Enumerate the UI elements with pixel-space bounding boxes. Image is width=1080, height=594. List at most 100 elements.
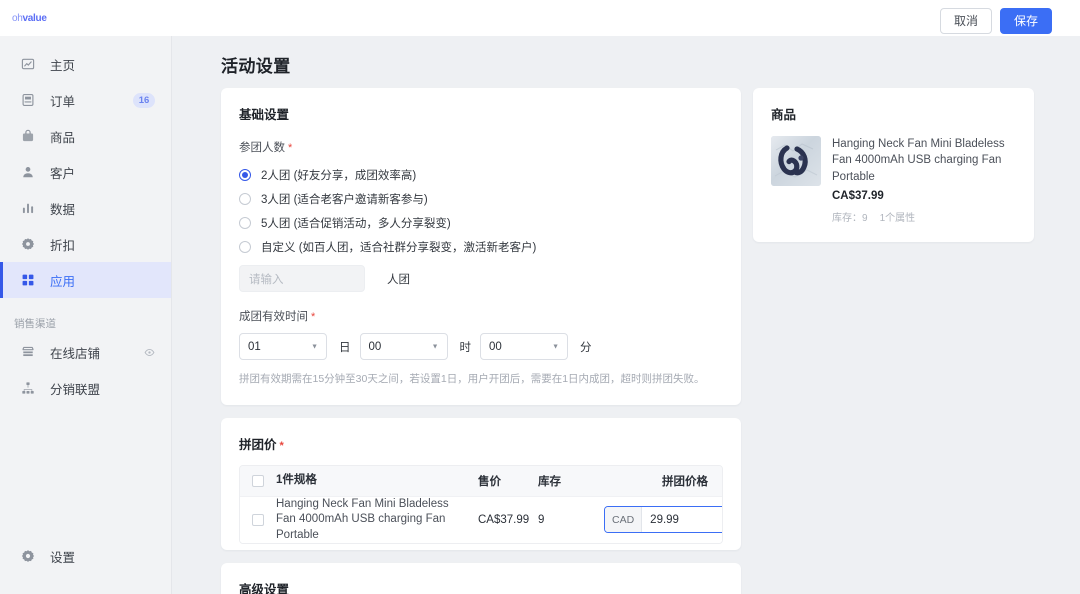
brand-logo[interactable]: ohvalue <box>12 7 56 29</box>
basic-settings-title: 基础设置 <box>239 108 290 122</box>
home-chart-icon <box>20 56 36 72</box>
sidebar-item-label: 主页 <box>50 58 76 73</box>
product-name: Hanging Neck Fan Mini Bladeless Fan 4000… <box>832 138 1005 183</box>
row-price: CA$37.99 <box>478 513 530 526</box>
sidebar-section-label: 销售渠道 <box>14 317 56 330</box>
select-all-cell <box>240 474 276 487</box>
radio-button[interactable] <box>239 217 251 229</box>
sidebar-item-settings[interactable]: 设置 <box>0 538 172 574</box>
row-product-name: Hanging Neck Fan Mini Bladeless Fan 4000… <box>276 497 449 541</box>
duration-hours-value: 00 <box>368 340 382 353</box>
radio-label: 2人团 (好友分享，成团效率高) <box>261 170 417 182</box>
top-bar: ohvalue 取消 保存 <box>0 0 1080 36</box>
sidebar-item-products[interactable]: 商品 <box>0 118 171 154</box>
sidebar-top-spacer <box>0 36 171 46</box>
sidebar-item-label: 设置 <box>50 550 76 565</box>
duration-hours-unit: 时 <box>459 341 472 354</box>
radio-option-2-person[interactable]: 2人团 (好友分享，成团效率高) <box>239 164 723 186</box>
row-group-price-cell: CAD 29.99 <box>604 506 722 534</box>
sidebar-item-affiliate[interactable]: 分销联盟 <box>0 370 171 406</box>
brand-logo-text: ohvalue <box>12 13 47 24</box>
sidebar-item-analytics[interactable]: 数据 <box>0 190 171 226</box>
group-price-title-text: 拼团价 <box>239 437 277 452</box>
product-thumbnail <box>771 136 821 186</box>
app-root: ohvalue 取消 保存 主页 订单 16 商品 客户 数据 折扣 应用 销售… <box>0 0 1080 594</box>
radio-button[interactable] <box>239 241 251 253</box>
required-mark: * <box>279 439 284 452</box>
save-button[interactable]: 保存 <box>999 8 1052 34</box>
sidebar-item-label: 客户 <box>50 166 76 181</box>
radio-label: 自定义 (如百人团，适合社群分享裂变，激活新老客户) <box>261 242 537 254</box>
radio-label: 3人团 (适合老客户邀请新客参与) <box>261 194 428 206</box>
column-header-group-price: 拼团价格 <box>662 475 708 488</box>
gear-icon <box>20 548 36 564</box>
product-panel-title: 商品 <box>771 108 797 122</box>
sidebar-item-customers[interactable]: 客户 <box>0 154 171 190</box>
participants-label-text: 参团人数 <box>239 142 285 154</box>
affiliate-network-icon <box>20 380 36 396</box>
sidebar-item-apps[interactable]: 应用 <box>0 262 171 298</box>
product-summary: Hanging Neck Fan Mini Bladeless Fan 4000… <box>771 136 1016 224</box>
table-header-row: 1件规格 售价 库存 拼团价格 <box>240 465 722 496</box>
neck-fan-thumbnail-graphic <box>771 136 821 186</box>
group-price-input-wrapper[interactable]: CAD 29.99 <box>604 506 722 534</box>
group-price-table: 1件规格 售价 库存 拼团价格 Hanging Neck Fan Mini Bl… <box>239 464 723 545</box>
product-column: 商品 Hanging Neck Fan Mini Bladeless Fan 4… <box>753 88 1034 242</box>
page-title: 活动设置 <box>221 57 291 76</box>
product-details: Hanging Neck Fan Mini Bladeless Fan 4000… <box>832 136 1016 224</box>
group-price-card: 拼团价 * 1件规格 售价 库存 拼团价格 Hanging Neck Fan M… <box>221 417 741 551</box>
advanced-settings-card: 高级设置 <box>221 563 741 594</box>
custom-participants-unit: 人团 <box>387 273 410 286</box>
column-header-stock: 库存 <box>538 475 561 488</box>
sidebar-item-home[interactable]: 主页 <box>0 46 171 82</box>
sidebar: 主页 订单 16 商品 客户 数据 折扣 应用 销售渠道 在线店铺 分销联盟 设… <box>0 36 172 594</box>
discount-gear-icon <box>20 236 36 252</box>
eye-icon[interactable] <box>144 347 155 358</box>
radio-option-5-person[interactable]: 5人团 (适合促销活动，多人分享裂变) <box>239 212 723 234</box>
duration-minutes-value: 00 <box>489 340 502 353</box>
sidebar-item-discounts[interactable]: 折扣 <box>0 226 171 262</box>
duration-days-select[interactable]: 01 ▼ <box>239 333 327 360</box>
sidebar-item-label: 应用 <box>50 274 76 289</box>
radio-button[interactable] <box>239 193 251 205</box>
required-mark: * <box>311 311 316 323</box>
sidebar-settings-group: 设置 <box>0 538 172 574</box>
sidebar-item-label: 在线店铺 <box>50 346 101 361</box>
table-row: Hanging Neck Fan Mini Bladeless Fan 4000… <box>240 495 722 544</box>
currency-prefix: CAD <box>605 507 643 533</box>
row-select-cell <box>240 513 276 526</box>
custom-participants-row: 请输入 人团 <box>239 265 723 292</box>
product-meta: 库存：9 1个属性 <box>832 209 1016 224</box>
sidebar-item-orders[interactable]: 订单 16 <box>0 82 171 118</box>
radio-label: 5人团 (适合促销活动，多人分享裂变) <box>261 218 451 230</box>
chevron-down-icon: ▼ <box>552 343 559 350</box>
sidebar-item-online-store[interactable]: 在线店铺 <box>0 334 171 370</box>
duration-hours-select[interactable]: 00 ▼ <box>359 333 448 360</box>
basic-settings-card: 基础设置 参团人数 * 2人团 (好友分享，成团效率高) 3人团 (适合老客户邀请… <box>221 88 741 405</box>
store-icon <box>20 344 36 360</box>
select-all-checkbox[interactable] <box>252 474 264 487</box>
custom-participants-input[interactable]: 请输入 <box>239 265 365 292</box>
settings-column: 基础设置 参团人数 * 2人团 (好友分享，成团效率高) 3人团 (适合老客户邀请… <box>221 88 741 594</box>
customer-person-icon <box>20 164 36 180</box>
column-header-price: 售价 <box>478 475 501 488</box>
duration-minutes-select[interactable]: 00 ▼ <box>480 333 568 360</box>
status-badge: 16 <box>133 92 155 108</box>
row-stock: 9 <box>538 513 545 526</box>
cancel-button[interactable]: 取消 <box>939 8 992 34</box>
duration-selects: 01 ▼ 日 00 ▼ 时 00 ▼ 分 <box>239 333 723 360</box>
chevron-down-icon: ▼ <box>431 343 439 350</box>
radio-button[interactable] <box>239 169 251 181</box>
product-bag-icon <box>20 128 36 144</box>
sidebar-item-label: 商品 <box>50 130 76 145</box>
duration-label: 成团有效时间 * <box>239 308 723 324</box>
radio-option-custom[interactable]: 自定义 (如百人团，适合社群分享裂变，激活新老客户) <box>239 236 723 258</box>
row-checkbox[interactable] <box>252 513 264 526</box>
product-panel-card: 商品 Hanging Neck Fan Mini Bladeless Fan 4… <box>753 88 1034 242</box>
participants-label: 参团人数 * <box>239 139 723 155</box>
radio-option-3-person[interactable]: 3人团 (适合老客户邀请新客参与) <box>239 188 723 210</box>
sidebar-item-label: 分销联盟 <box>50 382 101 397</box>
brand-logo-suffix: value <box>22 12 47 24</box>
analytics-bars-icon <box>20 200 36 216</box>
group-price-input[interactable]: 29.99 <box>642 507 722 532</box>
